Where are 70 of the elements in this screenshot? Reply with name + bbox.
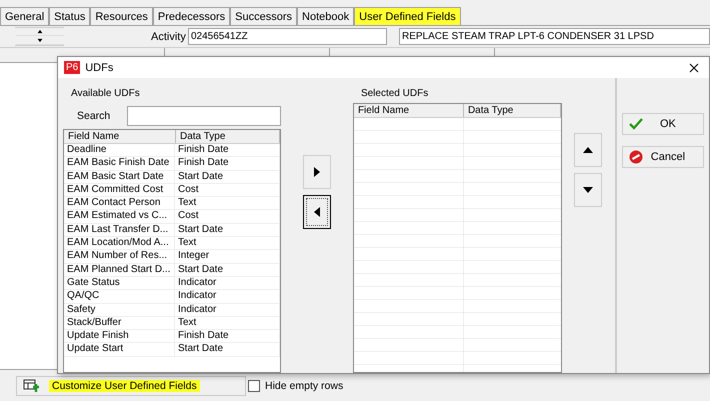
table-cell[interactable]: Finish Date (175, 157, 280, 170)
hide-empty-rows-checkbox[interactable]: Hide empty rows (248, 380, 344, 392)
table-cell[interactable]: Indicator (175, 304, 280, 316)
table-add-icon (23, 378, 39, 392)
table-cell[interactable]: Gate Status (64, 276, 175, 290)
column-header[interactable]: Field Name (64, 130, 176, 143)
table-cell[interactable]: Indicator (175, 290, 280, 303)
table-cell[interactable]: Deadline (64, 144, 175, 156)
move-down-button[interactable] (574, 173, 602, 207)
section-title: Available UDFs (71, 88, 141, 101)
table-cell[interactable]: Start Date (175, 343, 280, 356)
table-cell[interactable]: EAM Committed Cost (64, 184, 175, 196)
table-cell[interactable]: Text (175, 197, 280, 210)
tab[interactable]: Notebook (297, 7, 354, 25)
down-arrow-icon (583, 187, 594, 193)
tab[interactable]: Status (49, 7, 90, 25)
add-button[interactable] (302, 155, 331, 189)
table-cell[interactable]: Text (175, 237, 280, 250)
tab[interactable]: General (0, 7, 50, 25)
table-cell[interactable]: EAM Estimated vs C... (64, 210, 175, 223)
no-entry-icon (628, 150, 643, 164)
up-arrow-icon (16, 28, 64, 36)
remove-button[interactable] (302, 195, 331, 229)
activity-name-field[interactable]: REPLACE STEAM TRAP LPT-6 CONDENSER 31 LPSD (399, 28, 710, 45)
table-cell[interactable]: EAM Basic Finish Date (64, 157, 175, 170)
table-cell[interactable]: Safety (64, 304, 175, 316)
search-label: Search (77, 110, 112, 122)
table-cell[interactable]: Cost (175, 184, 280, 196)
activity-id-field[interactable]: 02456541ZZ (188, 28, 387, 45)
column-header[interactable]: Field Name (354, 104, 464, 117)
column-header[interactable]: Data Type (176, 130, 280, 143)
table-cell[interactable]: Start Date (175, 224, 280, 236)
checkmark-icon (628, 118, 643, 130)
table-cell[interactable]: EAM Contact Person (64, 197, 175, 210)
app-logo: P6 (64, 61, 80, 74)
close-icon[interactable] (689, 62, 699, 72)
down-arrow-icon (16, 37, 64, 45)
table-cell[interactable]: EAM Basic Start Date (64, 170, 175, 183)
tab[interactable]: Resources (90, 7, 153, 25)
table-cell[interactable]: Integer (175, 250, 280, 263)
table-cell[interactable]: Cost (175, 210, 280, 223)
ok-button[interactable]: OK (622, 113, 704, 135)
table-cell[interactable]: EAM Planned Start D... (64, 264, 175, 276)
search-field[interactable] (127, 106, 281, 126)
table-cell[interactable]: QA/QC (64, 290, 175, 303)
table-cell[interactable]: Text (175, 316, 280, 330)
table-cell[interactable]: Finish Date (175, 144, 280, 156)
table-cell[interactable]: Update Finish (64, 330, 175, 342)
right-arrow-icon (314, 167, 320, 177)
table-cell[interactable]: Update Start (64, 343, 175, 356)
tab[interactable]: User Defined Fields (354, 7, 461, 25)
table-cell[interactable]: Start Date (175, 264, 280, 276)
customize-button[interactable]: Customize User Defined Fields (16, 376, 246, 396)
table-cell[interactable]: EAM Number of Res... (64, 250, 175, 263)
table-cell[interactable]: Start Date (175, 170, 280, 183)
table-cell[interactable]: Stack/Buffer (64, 316, 175, 330)
up-arrow-icon (583, 147, 594, 153)
table-cell[interactable]: EAM Location/Mod A... (64, 237, 175, 250)
move-up-button[interactable] (574, 133, 602, 167)
dialog-title: UDFs (85, 62, 114, 74)
cancel-button[interactable]: Cancel (622, 146, 704, 168)
tab[interactable]: Successors (230, 7, 298, 25)
section-title: Selected UDFs (360, 88, 430, 101)
column-header[interactable]: Data Type (464, 104, 562, 117)
tab[interactable]: Predecessors (152, 7, 230, 25)
table-cell[interactable]: Finish Date (175, 330, 280, 342)
table-cell[interactable]: Indicator (175, 276, 280, 290)
left-arrow-icon (314, 207, 320, 217)
table-cell[interactable]: EAM Last Transfer D... (64, 224, 175, 236)
activity-label: Activity (151, 30, 186, 42)
